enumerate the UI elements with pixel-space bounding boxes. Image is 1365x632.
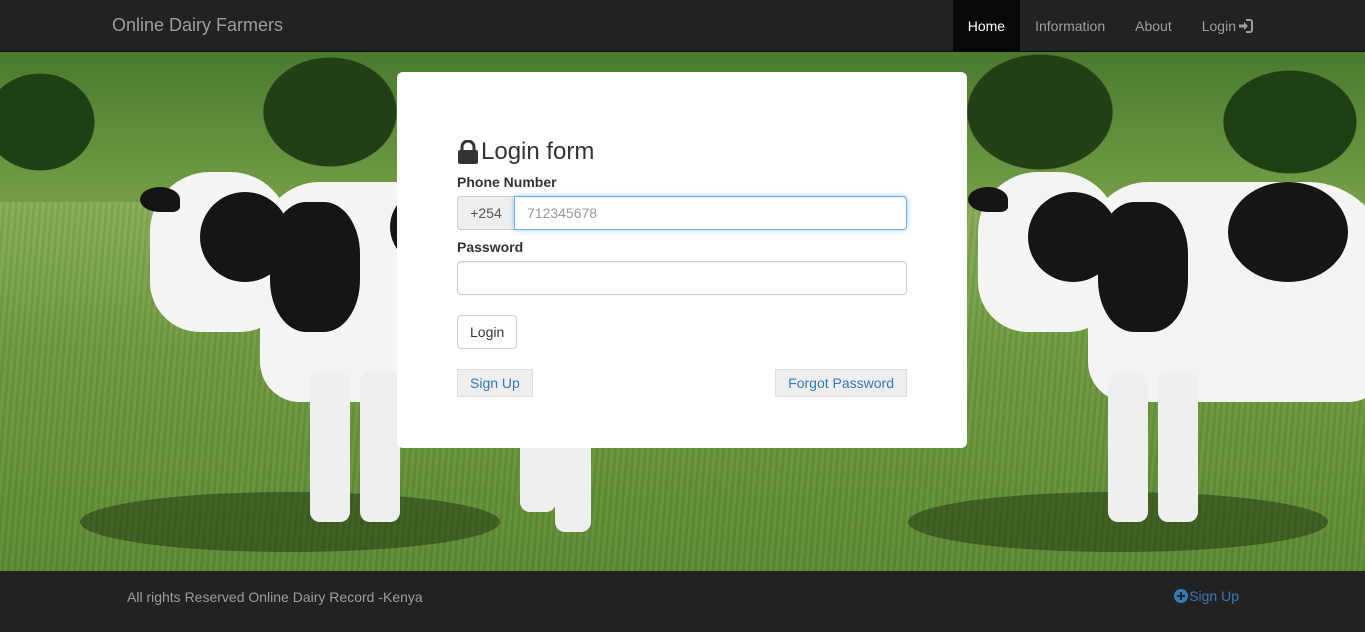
- nav-item-login[interactable]: Login: [1187, 0, 1268, 51]
- phone-input-group: +254: [457, 196, 907, 230]
- footer-copyright: All rights Reserved Online Dairy Record …: [127, 589, 423, 605]
- login-button[interactable]: Login: [457, 315, 518, 349]
- nav-item-home-label: Home: [967, 17, 1006, 34]
- footer-signup-link[interactable]: Sign Up: [1174, 588, 1239, 604]
- footer: All rights Reserved Online Dairy Record …: [0, 571, 1365, 632]
- login-icon: [1239, 18, 1253, 33]
- footer-signup-label: Sign Up: [1189, 588, 1239, 604]
- plus-circle-icon: [1174, 589, 1189, 603]
- nav-item-about-label: About: [1135, 17, 1172, 34]
- phone-number-label: Phone Number: [457, 174, 557, 190]
- login-panel: Login form Phone Number +254 Password Lo…: [397, 72, 967, 448]
- nav-item-information-label: Information: [1035, 17, 1106, 34]
- nav-item-about[interactable]: About: [1120, 0, 1187, 51]
- password-input[interactable]: [457, 261, 907, 295]
- cow-right: [908, 162, 1365, 552]
- phone-prefix: +254: [457, 196, 514, 230]
- nav-item-home[interactable]: Home: [952, 0, 1021, 51]
- nav-item-login-label: Login: [1201, 17, 1236, 34]
- nav-item-information[interactable]: Information: [1020, 0, 1120, 51]
- signup-button[interactable]: Sign Up: [457, 369, 533, 397]
- login-title: Login form: [457, 138, 907, 166]
- login-title-text: Login form: [481, 138, 595, 165]
- phone-number-input[interactable]: [514, 196, 907, 230]
- form-links: Sign Up Forgot Password: [457, 369, 907, 397]
- forgot-password-button[interactable]: Forgot Password: [775, 369, 907, 397]
- lock-icon: [458, 140, 478, 164]
- top-navbar: Online Dairy Farmers Home Information Ab…: [0, 0, 1365, 52]
- nav-menu: Home Information About Login: [952, 0, 1268, 51]
- brand-link[interactable]: Online Dairy Farmers: [112, 15, 283, 36]
- password-label: Password: [457, 239, 524, 255]
